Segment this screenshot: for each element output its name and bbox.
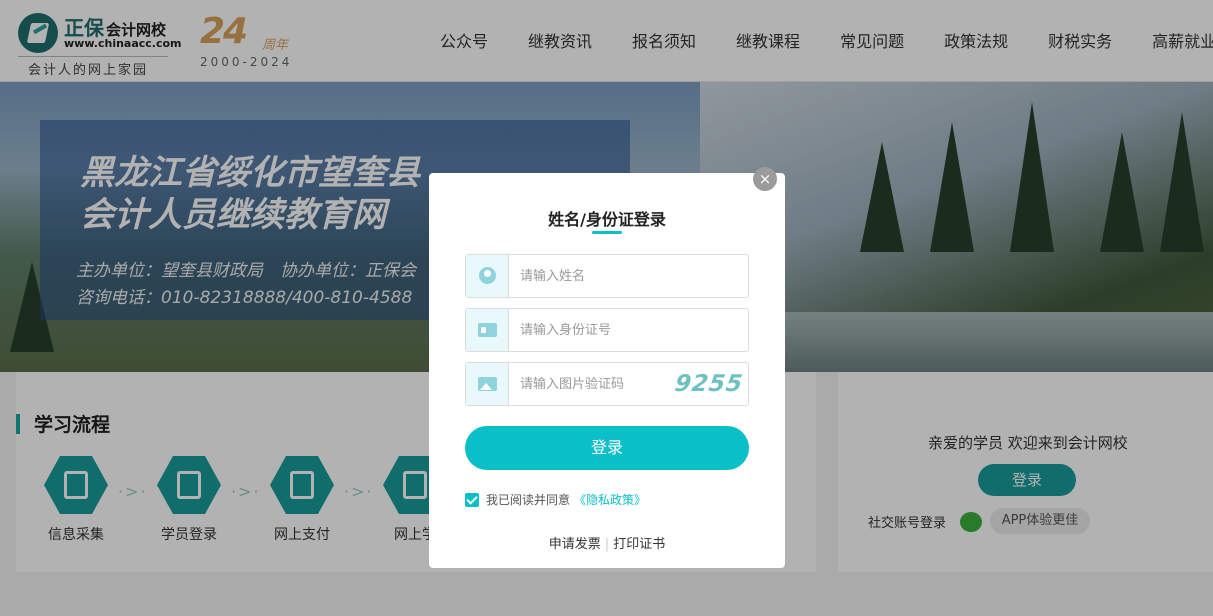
id-card-icon-wrap bbox=[466, 309, 509, 351]
id-number-input[interactable] bbox=[520, 309, 740, 351]
login-button[interactable]: 登录 bbox=[465, 426, 749, 470]
id-field bbox=[465, 308, 749, 352]
login-modal: × 姓名/身份证登录 9255 登录 我已阅读并同意 《隐私政策》 申请发票|打… bbox=[429, 167, 785, 568]
apply-invoice-link[interactable]: 申请发票 bbox=[549, 537, 601, 552]
privacy-agreement: 我已阅读并同意 《隐私政策》 bbox=[465, 491, 646, 508]
user-icon-wrap bbox=[466, 255, 509, 297]
name-input[interactable] bbox=[520, 255, 740, 297]
modal-footer-links: 申请发票 | 打印证书 bbox=[429, 533, 785, 552]
print-certificate-link[interactable]: 打印证书 bbox=[613, 537, 665, 552]
user-icon bbox=[479, 267, 496, 284]
modal-title: 姓名/身份证登录 bbox=[548, 210, 666, 229]
close-icon[interactable]: × bbox=[753, 167, 777, 191]
agree-text: 我已阅读并同意 bbox=[486, 493, 571, 507]
id-card-icon bbox=[478, 323, 497, 337]
captcha-field: 9255 bbox=[465, 362, 749, 406]
name-field bbox=[465, 254, 749, 298]
image-icon bbox=[478, 377, 497, 391]
title-underline bbox=[592, 231, 622, 234]
agree-checkbox[interactable] bbox=[465, 492, 479, 507]
image-icon-wrap bbox=[466, 363, 509, 405]
link-separator: | bbox=[604, 537, 610, 552]
captcha-image[interactable]: 9255 bbox=[672, 369, 746, 399]
privacy-policy-link[interactable]: 《隐私政策》 bbox=[574, 491, 646, 508]
captcha-input[interactable] bbox=[520, 363, 670, 405]
